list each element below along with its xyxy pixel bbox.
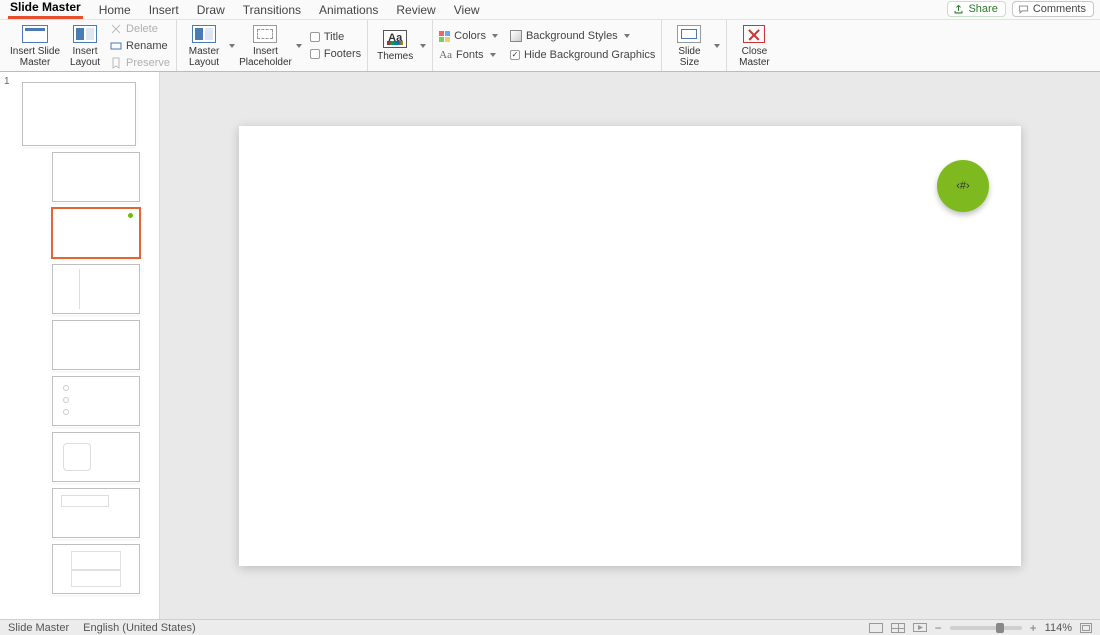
background-styles-icon bbox=[510, 30, 522, 42]
background-styles-dropdown[interactable]: Background Styles bbox=[510, 29, 655, 44]
close-icon bbox=[743, 25, 765, 43]
insert-layout-button[interactable]: Insert Layout bbox=[64, 23, 106, 68]
chevron-down-icon[interactable] bbox=[229, 44, 235, 48]
slide-sorter-view-button[interactable] bbox=[891, 623, 905, 633]
layout-thumbnail-4[interactable] bbox=[52, 320, 140, 370]
ribbon: Insert Slide Master Insert Layout Delete… bbox=[0, 20, 1100, 72]
colors-icon bbox=[439, 31, 450, 42]
layout-thumbnail-1[interactable] bbox=[52, 152, 140, 202]
group-background: Colors Aa Fonts Background Styles Hide B… bbox=[433, 20, 662, 71]
master-layout-icon bbox=[192, 25, 216, 43]
slide-size-button[interactable]: Slide Size bbox=[668, 23, 720, 68]
colors-dropdown[interactable]: Colors bbox=[439, 29, 498, 44]
layout-thumbnail-3[interactable] bbox=[52, 264, 140, 314]
slide-canvas-area[interactable]: ‹#› bbox=[160, 72, 1100, 619]
master-layout-button[interactable]: Master Layout bbox=[183, 23, 235, 68]
hide-background-checkbox[interactable]: Hide Background Graphics bbox=[510, 48, 655, 63]
checkbox-icon bbox=[310, 32, 320, 42]
group-master-layout: Master Layout Insert Placeholder Title F… bbox=[177, 20, 368, 71]
close-master-button[interactable]: Close Master bbox=[733, 23, 775, 68]
fonts-icon: Aa bbox=[439, 49, 452, 61]
themes-button[interactable]: Aa Themes bbox=[374, 28, 426, 63]
insert-placeholder-button[interactable]: Insert Placeholder bbox=[239, 23, 302, 68]
group-close: Close Master bbox=[727, 20, 781, 71]
tab-home[interactable]: Home bbox=[97, 1, 133, 19]
status-mode: Slide Master bbox=[8, 622, 69, 634]
title-checkbox[interactable]: Title bbox=[310, 30, 361, 45]
layout-thumbnail-2-selected[interactable] bbox=[52, 208, 140, 258]
layout-thumbnail-5[interactable] bbox=[52, 376, 140, 426]
fonts-dropdown[interactable]: Aa Fonts bbox=[439, 48, 498, 63]
rename-icon bbox=[110, 40, 122, 52]
themes-icon: Aa bbox=[383, 30, 407, 48]
tab-insert[interactable]: Insert bbox=[147, 1, 181, 19]
slide-master-pane[interactable]: 1 bbox=[0, 72, 160, 619]
comments-button[interactable]: Comments bbox=[1012, 1, 1094, 17]
share-icon bbox=[953, 4, 964, 15]
normal-view-button[interactable] bbox=[869, 623, 883, 633]
zoom-percent[interactable]: 114% bbox=[1045, 622, 1072, 634]
tab-animations[interactable]: Animations bbox=[317, 1, 380, 19]
master-thumbnail[interactable] bbox=[22, 82, 136, 146]
zoom-slider[interactable] bbox=[950, 626, 1022, 630]
placeholder-icon bbox=[253, 25, 277, 43]
layout-thumbnail-6[interactable] bbox=[52, 432, 140, 482]
group-edit-theme: Aa Themes bbox=[368, 20, 433, 71]
comment-icon bbox=[1018, 4, 1029, 15]
rename-layout-button[interactable]: Rename bbox=[110, 38, 170, 53]
slide-size-icon bbox=[677, 25, 701, 43]
footers-checkbox[interactable]: Footers bbox=[310, 47, 361, 62]
work-area: 1 ‹#› bbox=[0, 72, 1100, 619]
play-icon bbox=[913, 623, 927, 633]
ribbon-tabs: Slide Master Home Insert Draw Transition… bbox=[0, 0, 1100, 20]
tab-transitions[interactable]: Transitions bbox=[241, 1, 303, 19]
tab-view[interactable]: View bbox=[452, 1, 482, 19]
fit-to-window-button[interactable] bbox=[1080, 623, 1092, 633]
preserve-button[interactable]: Preserve bbox=[110, 55, 170, 70]
insert-slide-master-button[interactable]: Insert Slide Master bbox=[10, 23, 60, 68]
slide-number-glyph: ‹#› bbox=[956, 180, 969, 192]
layout-icon bbox=[73, 25, 97, 43]
zoom-out-button[interactable]: − bbox=[935, 622, 942, 634]
tab-review[interactable]: Review bbox=[394, 1, 437, 19]
group-size: Slide Size bbox=[662, 20, 727, 71]
master-index: 1 bbox=[4, 76, 10, 87]
chevron-down-icon[interactable] bbox=[714, 44, 720, 48]
status-language[interactable]: English (United States) bbox=[83, 622, 196, 634]
delete-layout-button[interactable]: Delete bbox=[110, 21, 170, 36]
slide-layout-editor[interactable]: ‹#› bbox=[239, 126, 1021, 566]
comments-label: Comments bbox=[1033, 3, 1086, 15]
chevron-down-icon bbox=[490, 53, 496, 57]
share-label: Share bbox=[968, 3, 997, 15]
zoom-in-button[interactable]: + bbox=[1030, 622, 1037, 634]
layout-thumbnail-8[interactable] bbox=[52, 544, 140, 594]
group-edit-master: Insert Slide Master Insert Layout Delete… bbox=[4, 20, 177, 71]
tab-draw[interactable]: Draw bbox=[195, 1, 227, 19]
layout-thumbnail-7[interactable] bbox=[52, 488, 140, 538]
slide-number-placeholder[interactable]: ‹#› bbox=[937, 160, 989, 212]
checkbox-icon bbox=[510, 50, 520, 60]
slide-master-icon bbox=[22, 25, 48, 43]
preserve-icon bbox=[110, 57, 122, 69]
chevron-down-icon bbox=[624, 34, 630, 38]
chevron-down-icon[interactable] bbox=[420, 44, 426, 48]
share-button[interactable]: Share bbox=[947, 1, 1005, 17]
delete-icon bbox=[110, 23, 122, 35]
zoom-slider-handle[interactable] bbox=[996, 623, 1004, 633]
tab-slide-master[interactable]: Slide Master bbox=[8, 0, 83, 19]
chevron-down-icon[interactable] bbox=[296, 44, 302, 48]
chevron-down-icon bbox=[492, 34, 498, 38]
slideshow-view-button[interactable] bbox=[913, 623, 927, 633]
checkbox-icon bbox=[310, 49, 320, 59]
status-bar: Slide Master English (United States) − +… bbox=[0, 619, 1100, 635]
